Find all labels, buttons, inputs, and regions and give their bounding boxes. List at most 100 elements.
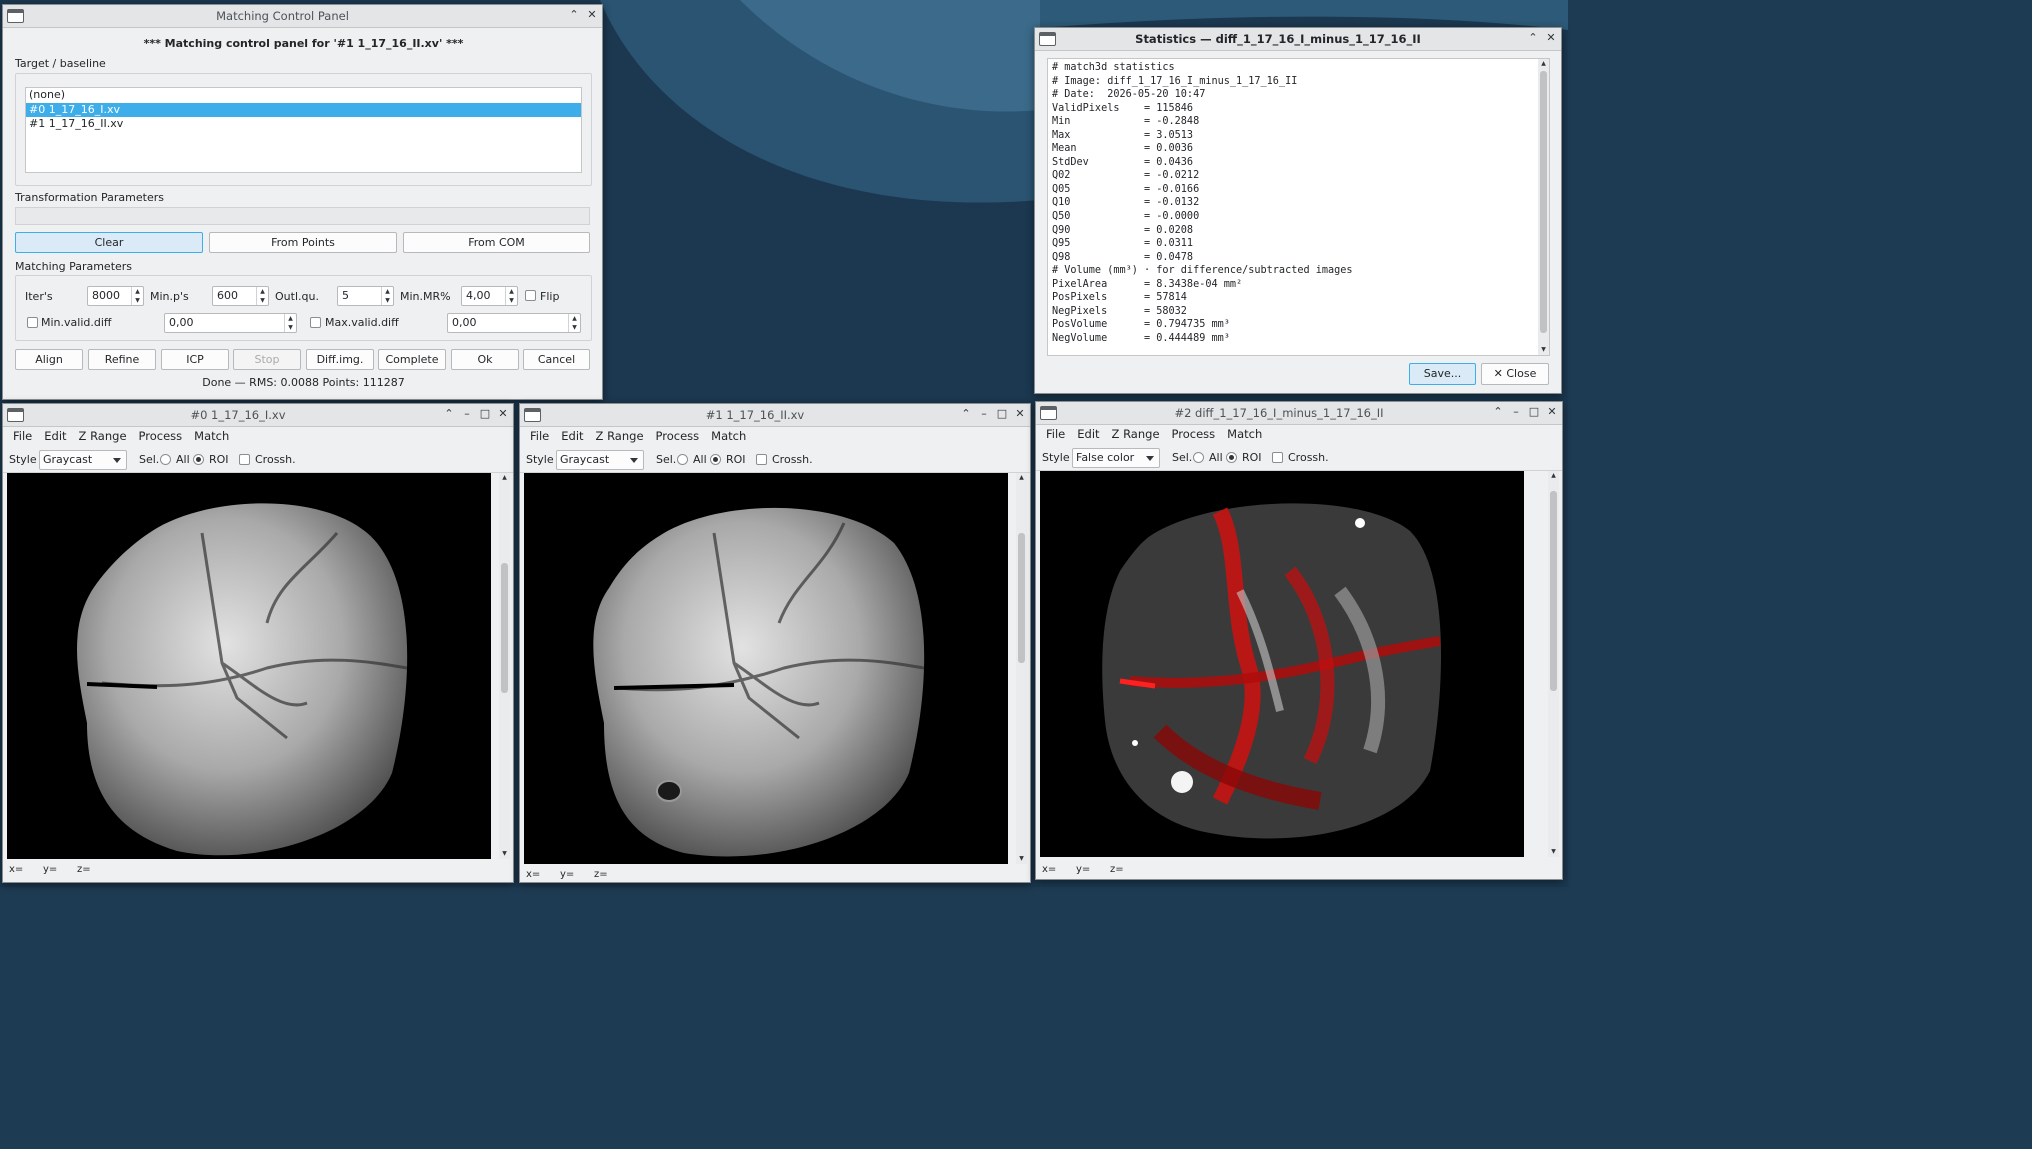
spin-arrows-icon[interactable]: ▲ ▼ bbox=[256, 287, 268, 305]
spin-arrows-icon[interactable]: ▲ ▼ bbox=[505, 287, 517, 305]
crossh-checkbox[interactable] bbox=[1272, 452, 1283, 463]
title-bar[interactable]: Statistics — diff_1_17_16_I_minus_1_17_1… bbox=[1035, 28, 1561, 51]
flip-checkbox[interactable] bbox=[525, 290, 536, 301]
all-radio[interactable] bbox=[160, 454, 171, 465]
icp-button[interactable]: ICP bbox=[161, 349, 229, 370]
scroll-thumb[interactable] bbox=[501, 563, 508, 693]
roi-radio[interactable] bbox=[710, 454, 721, 465]
maxvalid-checkbox[interactable] bbox=[310, 317, 321, 328]
image-scrollbar[interactable]: ▲ ▼ bbox=[1548, 471, 1559, 857]
diff-img-button[interactable]: Diff.img. bbox=[306, 349, 374, 370]
close-icon[interactable]: ✕ bbox=[1543, 30, 1559, 46]
list-item[interactable]: #1 1_17_16_II.xv bbox=[26, 117, 581, 132]
refine-button[interactable]: Refine bbox=[88, 349, 156, 370]
title-bar[interactable]: #0 1_17_16_I.xv ⌃ – □ ✕ bbox=[3, 404, 513, 427]
spin-arrows-icon[interactable]: ▲ ▼ bbox=[131, 287, 143, 305]
menu-process[interactable]: Process bbox=[1172, 424, 1216, 444]
close-icon[interactable]: ✕ bbox=[1012, 406, 1028, 422]
scroll-up-icon[interactable]: ▲ bbox=[1538, 59, 1549, 69]
menu-edit[interactable]: Edit bbox=[44, 426, 66, 446]
menu-file[interactable]: File bbox=[530, 426, 549, 446]
menu-file[interactable]: File bbox=[13, 426, 32, 446]
spin-arrows-icon[interactable]: ▲ ▼ bbox=[284, 314, 296, 332]
align-button[interactable]: Align bbox=[15, 349, 83, 370]
transform-field[interactable] bbox=[15, 207, 590, 225]
scroll-up-icon[interactable]: ▲ bbox=[499, 473, 510, 483]
image-canvas[interactable] bbox=[1040, 471, 1524, 857]
image-canvas[interactable] bbox=[524, 473, 1008, 864]
close-icon[interactable]: ✕ bbox=[584, 7, 600, 23]
menu-match[interactable]: Match bbox=[194, 426, 229, 446]
outlqu-spinbox[interactable]: 5 ▲ ▼ bbox=[337, 286, 394, 306]
minvalid-spinbox[interactable]: 0,00 ▲ ▼ bbox=[164, 313, 297, 333]
image-canvas[interactable] bbox=[7, 473, 491, 859]
shade-chevron-icon[interactable]: ⌃ bbox=[1490, 404, 1506, 420]
title-bar[interactable]: #1 1_17_16_II.xv ⌃ – □ ✕ bbox=[520, 404, 1030, 427]
shade-chevron-icon[interactable]: ⌃ bbox=[441, 406, 457, 422]
scroll-thumb[interactable] bbox=[1550, 491, 1557, 691]
spin-arrows-icon[interactable]: ▲ ▼ bbox=[381, 287, 393, 305]
style-combo[interactable]: False color bbox=[1072, 448, 1160, 468]
spin-arrows-icon[interactable]: ▲ ▼ bbox=[568, 314, 580, 332]
stop-button[interactable]: Stop bbox=[233, 349, 301, 370]
ok-button[interactable]: Ok bbox=[451, 349, 519, 370]
roi-radio[interactable] bbox=[1226, 452, 1237, 463]
close-button[interactable]: ✕ Close bbox=[1481, 363, 1549, 385]
stats-text-area[interactable]: # match3d statistics # Image: diff_1_17_1… bbox=[1047, 58, 1550, 356]
scroll-up-icon[interactable]: ▲ bbox=[1548, 471, 1559, 481]
close-icon[interactable]: ✕ bbox=[1544, 404, 1560, 420]
minimize-chevron-icon[interactable]: ⌃ bbox=[1525, 30, 1541, 46]
maximize-icon[interactable]: □ bbox=[1526, 404, 1542, 420]
minimize-chevron-icon[interactable]: ⌃ bbox=[566, 7, 582, 23]
complete-button[interactable]: Complete bbox=[378, 349, 446, 370]
menu-match[interactable]: Match bbox=[1227, 424, 1262, 444]
menu-edit[interactable]: Edit bbox=[1077, 424, 1099, 444]
crossh-checkbox[interactable] bbox=[239, 454, 250, 465]
minimize-icon[interactable]: – bbox=[459, 406, 475, 422]
style-combo[interactable]: Graycast bbox=[39, 450, 127, 470]
crossh-checkbox[interactable] bbox=[756, 454, 767, 465]
from-points-button[interactable]: From Points bbox=[209, 232, 397, 253]
menu-edit[interactable]: Edit bbox=[561, 426, 583, 446]
minvalid-checkbox[interactable] bbox=[27, 317, 38, 328]
title-bar[interactable]: Matching Control Panel ⌃ ✕ bbox=[3, 5, 602, 28]
list-item-selected[interactable]: #0 1_17_16_I.xv bbox=[26, 102, 581, 117]
list-item[interactable]: (none) bbox=[26, 88, 581, 103]
scroll-down-icon[interactable]: ▼ bbox=[1016, 854, 1027, 864]
image-scrollbar[interactable]: ▲ ▼ bbox=[1016, 473, 1027, 864]
roi-radio[interactable] bbox=[193, 454, 204, 465]
cancel-button[interactable]: Cancel bbox=[523, 349, 590, 370]
minimize-icon[interactable]: – bbox=[976, 406, 992, 422]
scroll-down-icon[interactable]: ▼ bbox=[1548, 847, 1559, 857]
image-scrollbar[interactable]: ▲ ▼ bbox=[499, 473, 510, 859]
scroll-thumb[interactable] bbox=[1540, 71, 1547, 333]
clear-button[interactable]: Clear bbox=[15, 232, 203, 253]
maximize-icon[interactable]: □ bbox=[994, 406, 1010, 422]
all-radio[interactable] bbox=[677, 454, 688, 465]
iters-spinbox[interactable]: 8000 ▲ ▼ bbox=[87, 286, 144, 306]
minimize-icon[interactable]: – bbox=[1508, 404, 1524, 420]
from-com-button[interactable]: From COM bbox=[403, 232, 590, 253]
menu-process[interactable]: Process bbox=[139, 426, 183, 446]
menu-process[interactable]: Process bbox=[656, 426, 700, 446]
stats-scrollbar[interactable]: ▲ ▼ bbox=[1538, 59, 1549, 355]
menu-zrange[interactable]: Z Range bbox=[1112, 424, 1160, 444]
menu-zrange[interactable]: Z Range bbox=[79, 426, 127, 446]
scroll-down-icon[interactable]: ▼ bbox=[499, 849, 510, 859]
save-button[interactable]: Save... bbox=[1409, 363, 1476, 385]
shade-chevron-icon[interactable]: ⌃ bbox=[958, 406, 974, 422]
minps-spinbox[interactable]: 600 ▲ ▼ bbox=[212, 286, 269, 306]
style-combo[interactable]: Graycast bbox=[556, 450, 644, 470]
menu-file[interactable]: File bbox=[1046, 424, 1065, 444]
menu-zrange[interactable]: Z Range bbox=[596, 426, 644, 446]
all-radio[interactable] bbox=[1193, 452, 1204, 463]
maximize-icon[interactable]: □ bbox=[477, 406, 493, 422]
scroll-down-icon[interactable]: ▼ bbox=[1538, 345, 1549, 355]
menu-match[interactable]: Match bbox=[711, 426, 746, 446]
scroll-up-icon[interactable]: ▲ bbox=[1016, 473, 1027, 483]
minmr-spinbox[interactable]: 4,00 ▲ ▼ bbox=[461, 286, 518, 306]
maxvalid-spinbox[interactable]: 0,00 ▲ ▼ bbox=[447, 313, 581, 333]
close-icon[interactable]: ✕ bbox=[495, 406, 511, 422]
target-list[interactable]: (none) #0 1_17_16_I.xv #1 1_17_16_II.xv bbox=[25, 87, 582, 173]
title-bar[interactable]: #2 diff_1_17_16_I_minus_1_17_16_II ⌃ – □… bbox=[1036, 402, 1562, 425]
